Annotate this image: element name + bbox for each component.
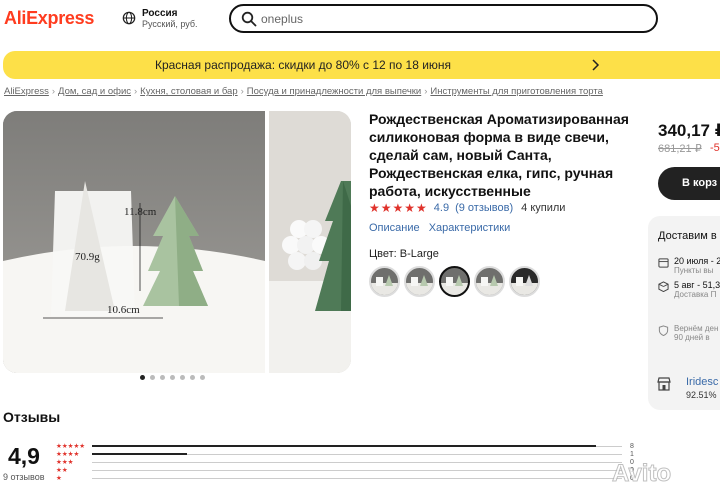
breadcrumb-separator: ›: [240, 86, 244, 97]
breadcrumb-separator: ›: [424, 86, 428, 97]
promo-banner[interactable]: Красная распродажа: скидки до 80% с 12 п…: [3, 51, 720, 79]
product-photo-illustration: [269, 111, 351, 373]
current-price: 340,17 ₽: [658, 121, 720, 140]
shipping-date: 5 авг - 51,3: [674, 280, 720, 290]
product-title: Рождественская Ароматизированная силикон…: [369, 111, 629, 199]
rating-row-stars: ★★★★★: [56, 443, 86, 450]
color-swatch[interactable]: [404, 266, 435, 297]
weight-measurement: 70.9g: [75, 251, 100, 263]
shield-icon: [658, 325, 669, 336]
rating-row-track: [92, 444, 622, 447]
globe-icon: [122, 11, 136, 25]
rating-row-stars: ★: [56, 475, 62, 482]
shipping-option[interactable]: 5 авг - 51,3 Доставка П: [658, 280, 720, 299]
reviews-link[interactable]: (9 отзывов): [455, 202, 513, 214]
rating-score[interactable]: 4.9: [434, 202, 449, 214]
bought-count: 4 купили: [521, 202, 566, 214]
rating-row-stars: ★★: [56, 467, 68, 474]
rating-row-track: [92, 461, 622, 463]
breadcrumb-separator: ›: [134, 86, 138, 97]
breadcrumb: AliExpress › Дом, сад и офис › Кухня, столов…: [4, 86, 603, 97]
shipping-heading: Доставим в: [658, 230, 717, 242]
calendar-icon: [658, 258, 669, 268]
rating-stars: ★★★★★: [369, 201, 428, 215]
gallery-dot[interactable]: [200, 375, 205, 380]
gallery-dot[interactable]: [150, 375, 155, 380]
product-photo-illustration: [3, 111, 265, 373]
breadcrumb-link[interactable]: Кухня, столовая и бар: [140, 86, 237, 97]
rating-row[interactable]: ★★★★★ 8: [56, 442, 636, 451]
breadcrumb-link[interactable]: AliExpress: [4, 86, 49, 97]
product-rating: ★★★★★ 4.9 (9 отзывов) 4 купили: [369, 201, 565, 215]
aliexpress-logo[interactable]: AliExpress: [4, 8, 94, 29]
refund-line: Вернём ден: [674, 324, 719, 333]
reviews-title: Отзывы: [3, 409, 61, 425]
region-selector[interactable]: Россия Русский, руб.: [122, 8, 198, 30]
region-country: Россия: [142, 8, 178, 19]
rating-row[interactable]: ★★★ 0: [56, 458, 636, 467]
add-to-cart-button[interactable]: В корз: [658, 167, 720, 200]
gallery-dot[interactable]: [170, 375, 175, 380]
product-photo-main[interactable]: 11.8cm 70.9g 10.6cm: [3, 111, 265, 373]
rating-row-count: 8: [630, 442, 634, 450]
old-price: 681,21 ₽: [658, 143, 702, 155]
breadcrumb-link[interactable]: Дом, сад и офис: [58, 86, 131, 97]
store-name[interactable]: Iridesc: [686, 376, 718, 388]
rating-distribution: ★★★★★ 8 ★★★★ 1 ★★★ 0 ★★ 0 ★ 0: [56, 442, 636, 483]
region-language-currency: Русский, руб.: [142, 19, 198, 29]
rating-row-track: [92, 452, 622, 455]
gallery-dot[interactable]: [160, 375, 165, 380]
gallery-dot[interactable]: [140, 375, 145, 380]
rating-row[interactable]: ★★★★ 1: [56, 450, 636, 459]
chevron-right-icon: [592, 59, 600, 71]
rating-row[interactable]: ★★ 0: [56, 466, 636, 475]
shipping-note: Пункты вы: [674, 266, 714, 275]
box-icon: [658, 281, 669, 292]
rating-row-track: [92, 469, 622, 471]
breadcrumb-link[interactable]: Посуда и принадлежности для выпечки: [247, 86, 421, 97]
reviews-count: 9 отзывов: [3, 472, 45, 482]
product-section-links: Описание Характеристики: [369, 222, 516, 234]
description-link[interactable]: Описание: [369, 222, 420, 234]
color-swatch[interactable]: [439, 266, 470, 297]
product-gallery[interactable]: 11.8cm 70.9g 10.6cm: [3, 111, 351, 373]
color-label: Цвет: B-Large: [369, 248, 439, 260]
product-photo-secondary[interactable]: [269, 111, 351, 373]
search-query: oneplus: [261, 12, 304, 26]
search-icon: [241, 11, 257, 27]
rating-row-fill: [92, 444, 596, 447]
rating-row-fill: [92, 452, 188, 455]
gallery-dot[interactable]: [180, 375, 185, 380]
refund-guarantee: Вернём ден 90 дней в: [658, 324, 718, 342]
width-measurement: 10.6cm: [107, 304, 140, 316]
breadcrumb-separator: ›: [51, 86, 56, 97]
header: AliExpress Россия Русский, руб. oneplus: [0, 0, 720, 40]
discount-badge: -5: [710, 142, 720, 154]
shipping-date: 20 июля - 2: [674, 256, 720, 266]
shipping-note: Доставка П: [674, 290, 717, 299]
avito-watermark: Avito: [611, 460, 672, 488]
search-input[interactable]: oneplus: [229, 4, 658, 33]
rating-row-stars: ★★★★: [56, 451, 80, 458]
gallery-dot[interactable]: [190, 375, 195, 380]
breadcrumb-link[interactable]: Инструменты для приготовления торта: [430, 86, 602, 97]
refund-line: 90 дней в: [674, 333, 710, 342]
specifications-link[interactable]: Характеристики: [429, 222, 511, 234]
height-measurement: 11.8cm: [124, 206, 157, 218]
shipping-option[interactable]: 20 июля - 2 Пункты вы: [658, 256, 720, 275]
gallery-pagination: [140, 375, 205, 380]
rating-row[interactable]: ★ 0: [56, 474, 636, 483]
store-icon: [657, 377, 671, 391]
color-swatch[interactable]: [509, 266, 540, 297]
store-rating: 92.51%: [686, 390, 717, 400]
rating-row-count: 1: [630, 450, 634, 458]
color-swatches: [369, 266, 540, 297]
promo-text: Красная распродажа: скидки до 80% с 12 п…: [154, 58, 452, 72]
store-panel[interactable]: Iridesc 92.51%: [648, 364, 720, 410]
rating-row-stars: ★★★: [56, 459, 74, 466]
color-swatch[interactable]: [369, 266, 400, 297]
reviews-score: 4,9: [8, 443, 40, 469]
color-swatch[interactable]: [474, 266, 505, 297]
rating-row-track: [92, 477, 622, 479]
